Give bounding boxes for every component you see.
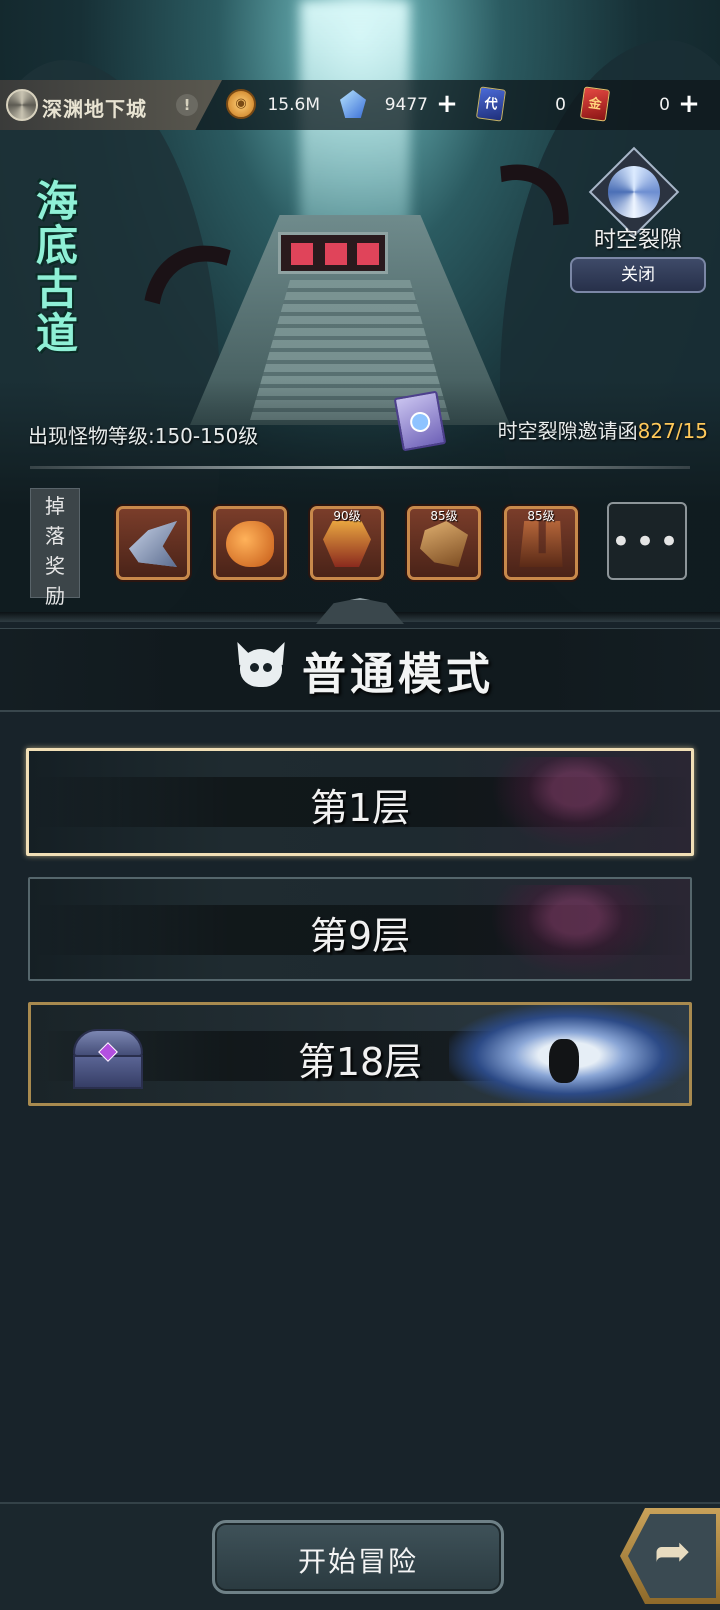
currency-crystal[interactable]: 9477 + <box>338 86 460 124</box>
reward-item[interactable] <box>116 506 190 580</box>
crystal-icon <box>340 90 366 118</box>
currency-blue-ticket-value: 0 <box>555 95 566 115</box>
currency-red-ticket-value: 0 <box>659 95 670 115</box>
blue-ticket-icon: 代 <box>475 86 507 122</box>
invite-label: 时空裂隙邀请函 <box>497 419 638 443</box>
temple-door <box>278 232 388 274</box>
floor-option-boss[interactable]: 第18层 <box>28 1002 692 1106</box>
rift-invitation-text: 时空裂隙邀请函827/15 <box>498 415 708 444</box>
red-ticket-icon: 金 <box>579 86 611 122</box>
reward-item[interactable] <box>213 506 287 580</box>
reward-item[interactable]: 85级 <box>504 506 578 580</box>
start-adventure-button[interactable]: 开始冒险 <box>212 1520 504 1594</box>
currency-blue-ticket[interactable]: 代 0 <box>475 86 566 124</box>
logo-char: 海 <box>36 177 79 226</box>
reward-item[interactable]: 90级 <box>310 506 384 580</box>
invitation-letter-icon[interactable] <box>393 390 447 452</box>
rift-close-button[interactable]: 关闭 <box>570 257 706 293</box>
currency-gold-value: 15.6M <box>267 95 320 115</box>
logo-char: 古 <box>36 265 79 314</box>
currency-red-ticket[interactable]: 金 0 + <box>579 86 702 124</box>
invite-count: 827/15 <box>637 419 708 443</box>
mode-title: 普通模式 <box>302 649 494 700</box>
drop-rewards-label: 掉 落 奖 励 <box>30 488 80 608</box>
floor-option[interactable]: 第1层 <box>26 748 694 856</box>
share-arrow-icon: ➦ <box>654 1526 691 1577</box>
reward-item[interactable]: 85级 <box>407 506 481 580</box>
floor-label: 第1层 <box>309 786 411 830</box>
rift-label: 时空裂隙 <box>593 228 682 253</box>
add-red-ticket-button[interactable]: + <box>676 91 702 118</box>
shark-hero-icon <box>129 521 177 567</box>
fish-hero-icon <box>226 521 274 567</box>
dungeon-title-chip[interactable]: 深渊地下城 ! <box>0 80 222 130</box>
currency-gold[interactable]: ◉ 15.6M <box>226 86 320 124</box>
gauntlet-icon <box>420 521 468 567</box>
logo-char: 底 <box>36 221 79 270</box>
more-rewards-button[interactable]: ••• <box>607 502 687 580</box>
skull-mask-icon <box>232 641 290 693</box>
add-crystal-button[interactable]: + <box>434 91 460 118</box>
floor-option[interactable]: 第9层 <box>28 877 692 981</box>
exclamation-icon[interactable]: ! <box>176 94 198 116</box>
floor-label: 第18层 <box>297 1040 423 1084</box>
floor-label: 第9层 <box>309 914 411 958</box>
boots-icon <box>519 521 563 567</box>
dungeon-title: 深渊地下城 <box>42 97 147 121</box>
armor-icon <box>323 521 371 567</box>
monster-level-text: 出现怪物等级:150-150级 <box>28 424 259 448</box>
currency-crystal-value: 9477 <box>384 95 428 115</box>
abyss-swirl-icon <box>6 89 38 121</box>
logo-char: 道 <box>36 309 79 358</box>
gold-coin-icon: ◉ <box>226 89 256 119</box>
more-dots-icon: ••• <box>610 522 684 562</box>
divider <box>30 466 690 469</box>
start-adventure-label: 开始冒险 <box>297 1545 418 1578</box>
area-logo: 海 底 古 道 <box>36 180 116 370</box>
